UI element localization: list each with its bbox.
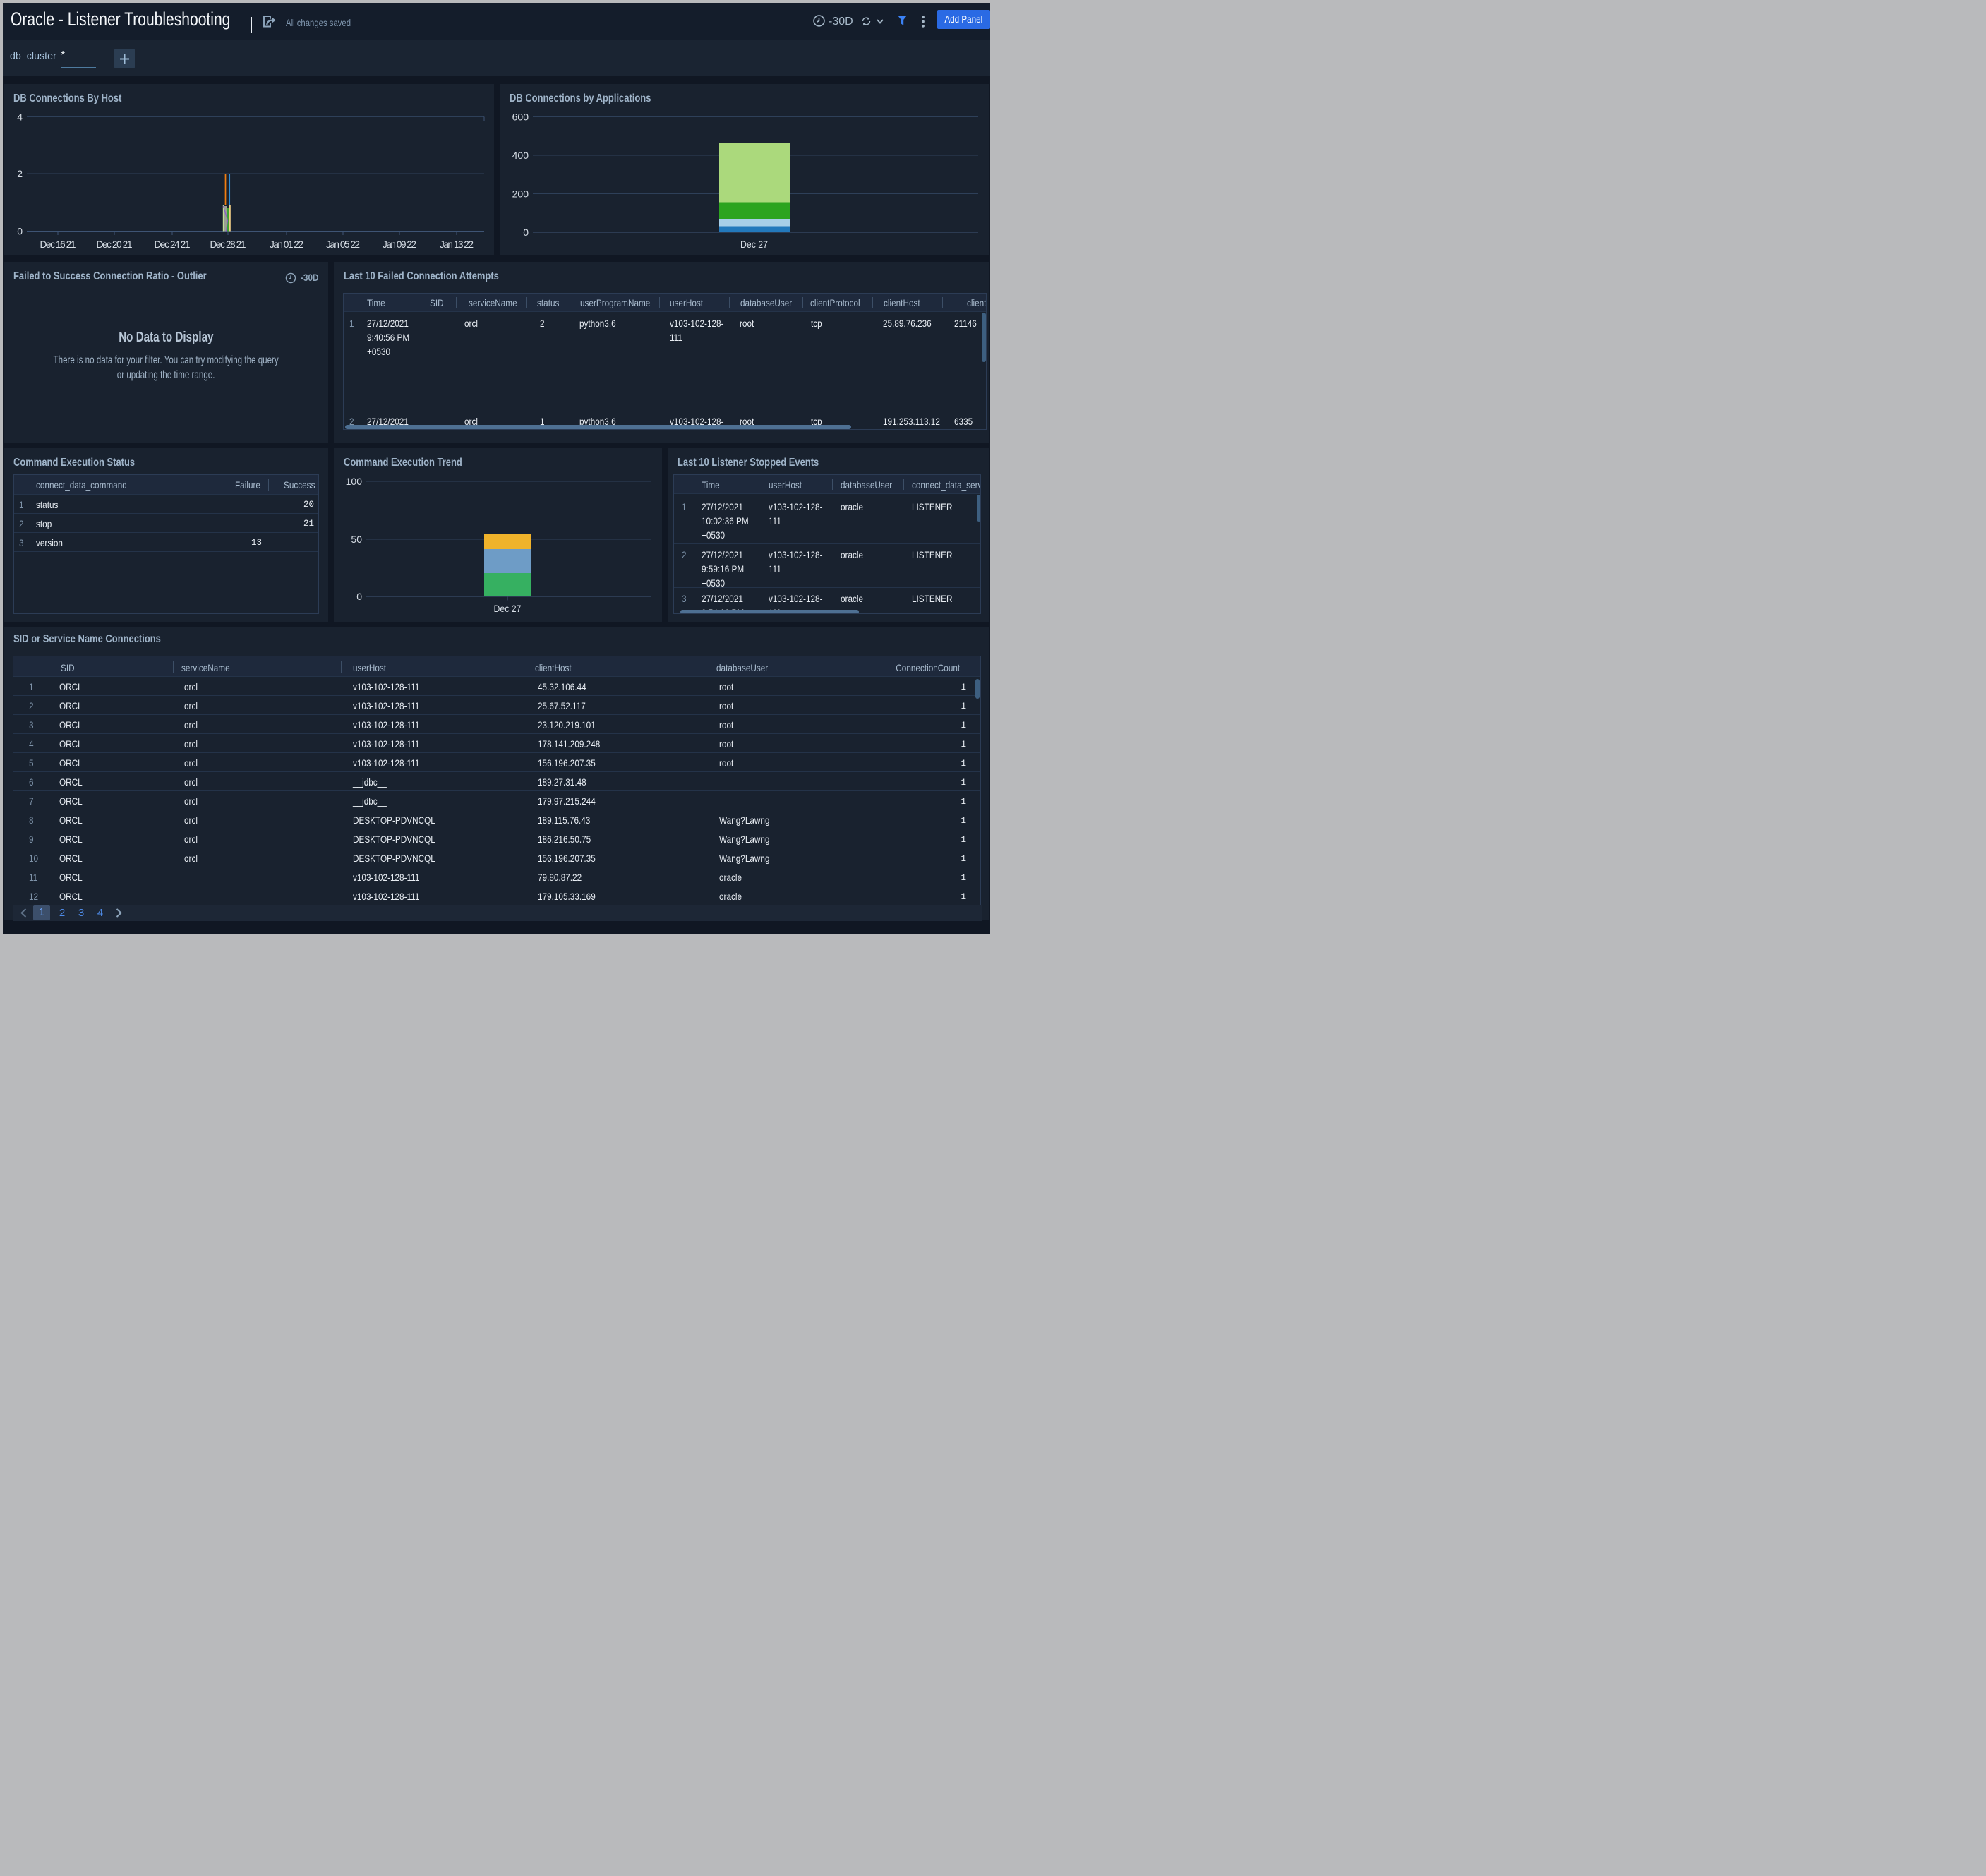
svg-text:Jan 05 22: Jan 05 22 (326, 239, 360, 250)
svg-text:Dec 20 21: Dec 20 21 (97, 239, 133, 250)
svg-text:50: 50 (351, 534, 362, 545)
svg-text:100: 100 (346, 476, 363, 487)
svg-text:Jan 13 22: Jan 13 22 (440, 239, 474, 250)
svg-text:Jan 09 22: Jan 09 22 (383, 239, 416, 250)
svg-text:Dec 27: Dec 27 (740, 239, 768, 250)
svg-text:Dec 27: Dec 27 (494, 603, 522, 614)
svg-text:200: 200 (512, 188, 529, 200)
svg-text:0: 0 (17, 226, 23, 237)
svg-text:600: 600 (512, 112, 529, 123)
svg-text:4: 4 (17, 112, 23, 123)
svg-text:Dec 16 21: Dec 16 21 (40, 239, 76, 250)
svg-text:400: 400 (512, 150, 529, 161)
svg-text:0: 0 (523, 227, 529, 238)
svg-text:Dec 28 21: Dec 28 21 (210, 239, 246, 250)
svg-text:Jan 01 22: Jan 01 22 (270, 239, 303, 250)
svg-text:0: 0 (356, 591, 362, 602)
svg-text:Dec 24 21: Dec 24 21 (155, 239, 191, 250)
svg-text:2: 2 (17, 168, 23, 179)
